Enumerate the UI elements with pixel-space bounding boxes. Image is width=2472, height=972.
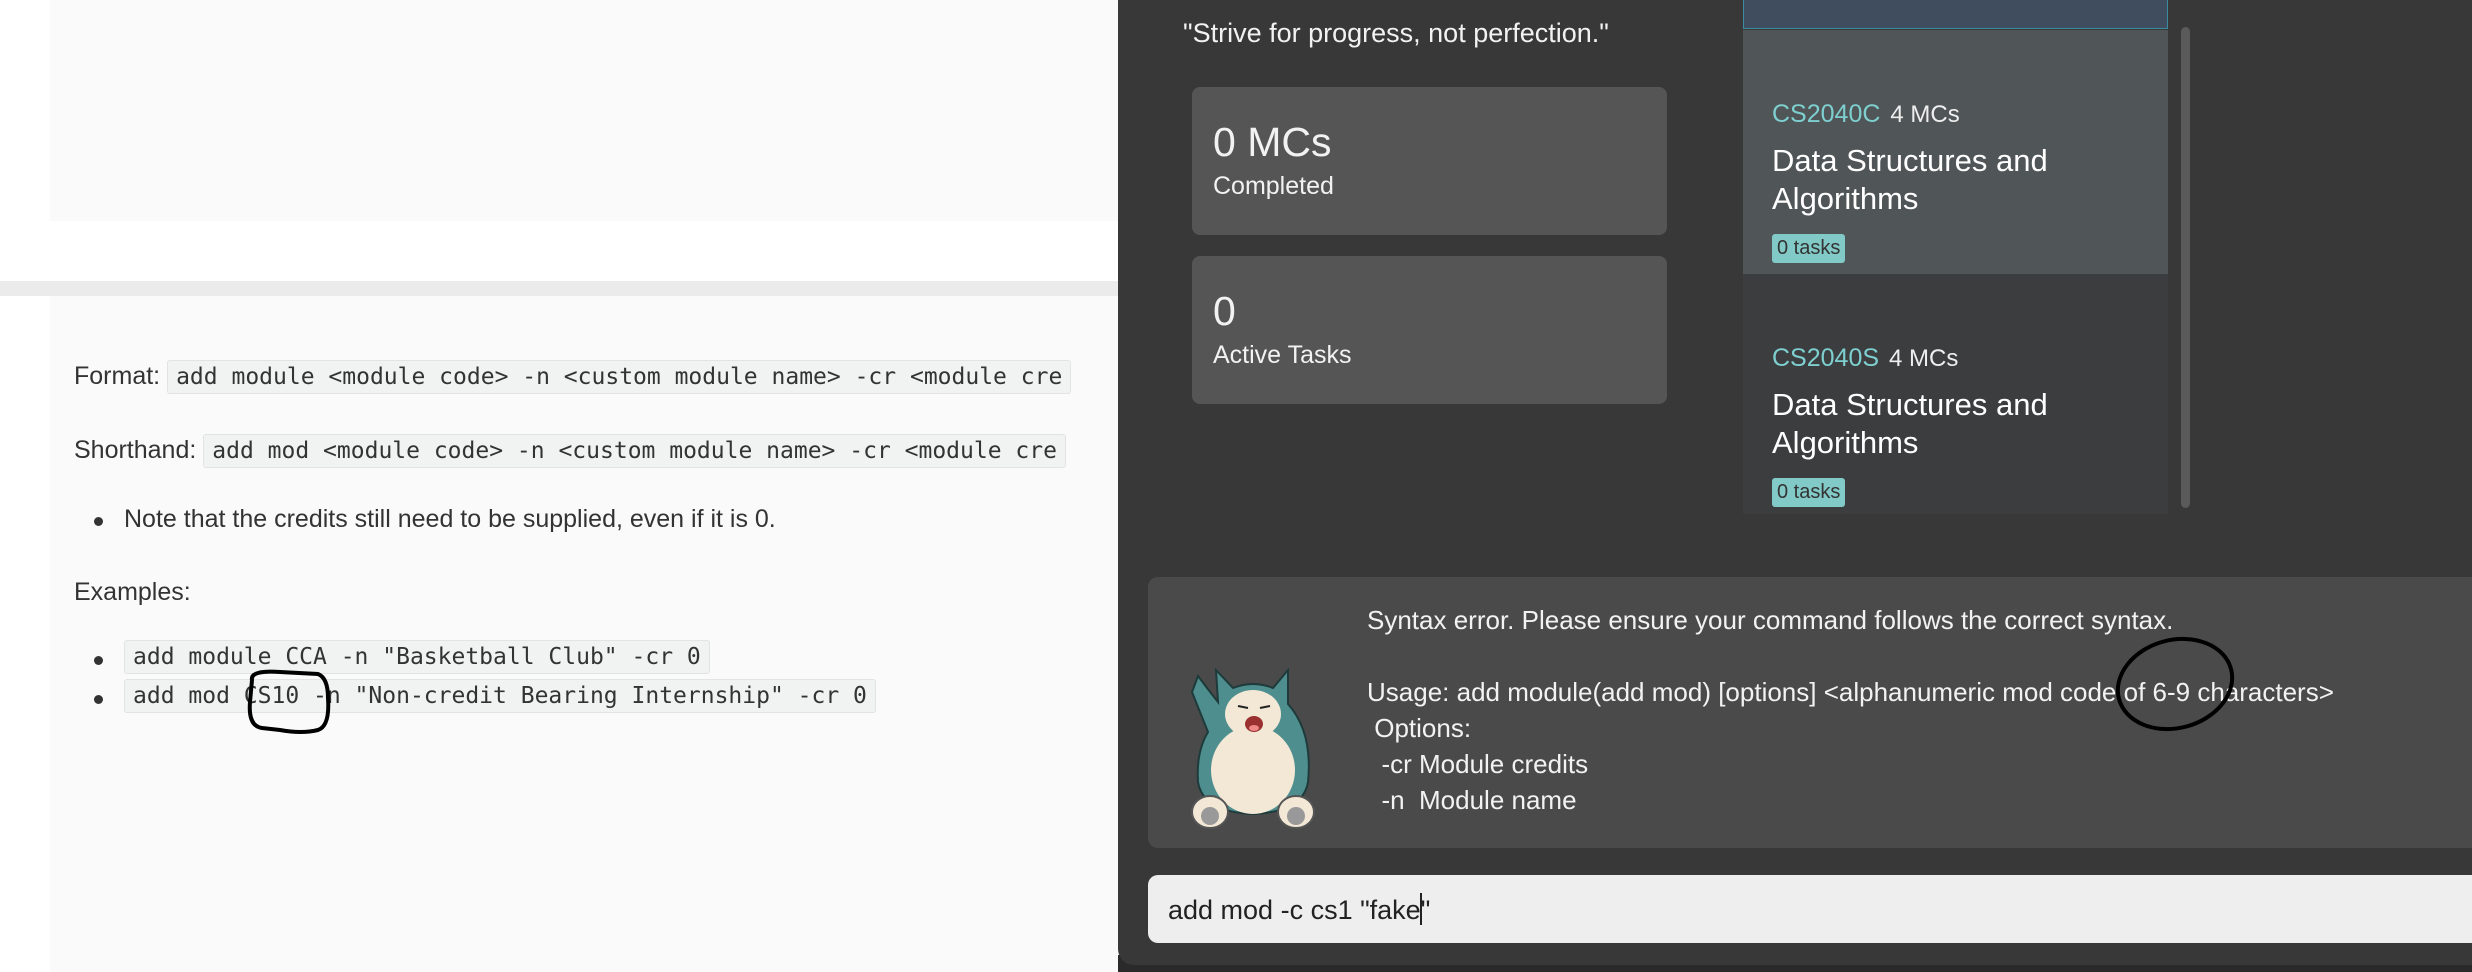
stat-value: 0 [1213, 288, 1236, 334]
doc-top-card [50, 0, 1120, 221]
command-text-after-caret: " [1420, 895, 1431, 925]
module-credits: 4 MCs [1889, 345, 1959, 372]
doc-body [50, 296, 1120, 972]
module-item[interactable]: CS2040C 4 MCs Data Structures and Algorit… [1743, 30, 2168, 274]
option-credits: -cr Module credits [1367, 749, 1589, 779]
module-code: CS2040S [1772, 344, 1880, 372]
doc-divider [0, 281, 1120, 296]
format-line: Format: add module <module code> -n <cus… [74, 360, 1072, 394]
module-code-row: CS2040C 4 MCs [1772, 100, 1960, 129]
module-credits: 4 MCs [1890, 101, 1960, 128]
option-name: -n Module name [1367, 785, 1577, 815]
snorlax-icon [1190, 667, 1315, 829]
note-text: Note that the credits still need to be s… [124, 505, 776, 533]
options-label: Options: [1367, 713, 1472, 743]
command-input[interactable]: add mod -c cs1 "fake" [1148, 875, 2472, 943]
stat-card-credits: 0 MCs Completed [1192, 87, 1667, 235]
stat-card-tasks: 0 Active Tasks [1192, 256, 1667, 404]
module-item[interactable]: CS2040S 4 MCs Data Structures and Algorit… [1743, 274, 2168, 514]
module-name: Data Structures and Algorithms [1772, 143, 2048, 216]
format-code: add module <module code> -n <custom modu… [167, 360, 1072, 394]
shorthand-line: Shorthand: add mod <module code> -n <cus… [74, 434, 1066, 468]
task-count-badge: 0 tasks [1772, 478, 1846, 507]
annotation-circle [2115, 636, 2235, 732]
result-display: Syntax error. Please ensure your command… [1148, 577, 2472, 848]
example-item: add module CCA -n "Basketball Club" -cr … [124, 640, 710, 674]
shorthand-label: Shorthand: [74, 436, 197, 464]
stat-label: Active Tasks [1213, 341, 1352, 369]
annotation-circle [247, 669, 331, 734]
module-code: CS2040C [1772, 100, 1881, 128]
module-name: Data Structures and Algorithms [1772, 387, 2048, 460]
task-count-badge: 0 tasks [1772, 234, 1846, 263]
module-code-row: CS2040S 4 MCs [1772, 344, 1958, 373]
example-code: add module CCA -n "Basketball Club" -cr … [124, 640, 710, 674]
stat-value: 0 MCs [1213, 119, 1332, 165]
error-message: Syntax error. Please ensure your command… [1367, 605, 2174, 635]
motivational-quote: "Strive for progress, not perfection." [1183, 18, 1609, 48]
command-text[interactable]: add mod -c cs1 "fake" [1168, 893, 1430, 926]
format-label: Format: [74, 362, 161, 390]
example-item: add mod CS10 -n "Non-credit Bearing Inte… [124, 679, 876, 713]
examples-label: Examples: [74, 578, 191, 606]
command-text-before-caret: add mod -c cs1 "fake [1168, 895, 1421, 925]
bullet [94, 695, 103, 704]
bullet [94, 656, 103, 665]
example-code: add mod CS10 -n "Non-credit Bearing Inte… [124, 679, 876, 713]
bullet [94, 517, 103, 526]
shorthand-code: add mod <module code> -n <custom module … [203, 434, 1066, 468]
stat-label: Completed [1213, 172, 1334, 200]
module-item-selected[interactable] [1743, 0, 2168, 29]
module-list-scrollbar[interactable] [2181, 27, 2190, 508]
